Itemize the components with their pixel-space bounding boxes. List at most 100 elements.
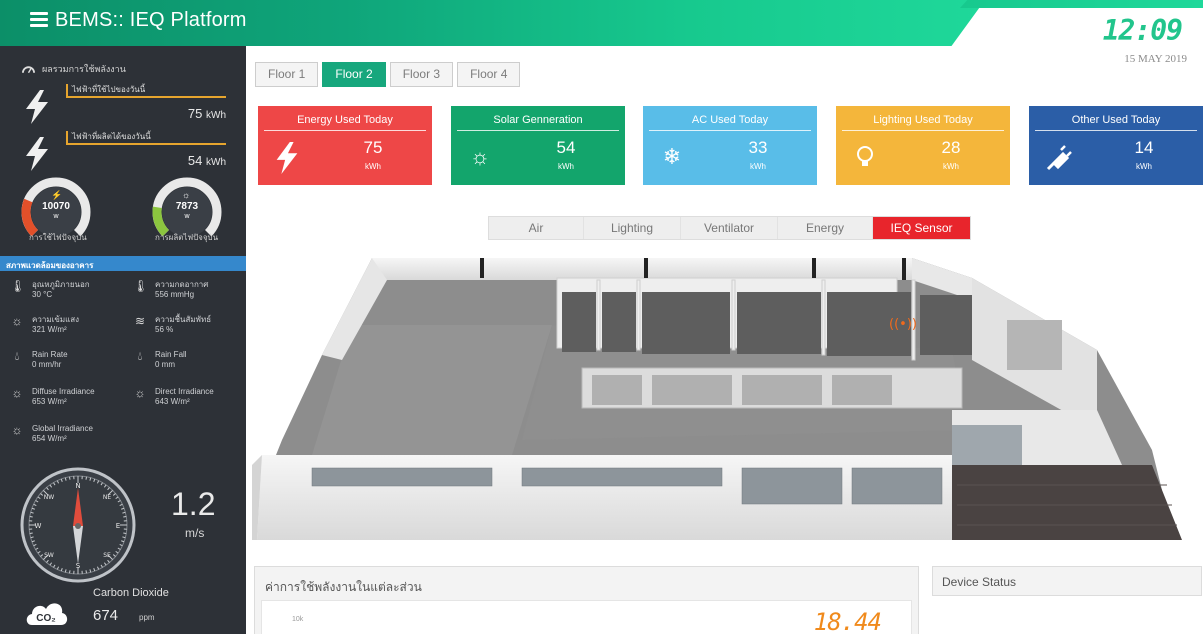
env-pressure: 🌡︎ ความกดอากาศ 556 mmHg (133, 279, 208, 299)
plug-icon: ⚡ (51, 190, 63, 200)
header-stripe (960, 0, 1203, 8)
energy-breakdown-value: 18.44 (813, 608, 882, 634)
tab-floor-4[interactable]: Floor 4 (457, 62, 521, 87)
lightbulb-icon (857, 146, 873, 166)
thermometer-icon: 🌡︎ (10, 279, 26, 293)
sun-icon: ☼ (469, 144, 491, 169)
tab-lighting[interactable]: Lighting (584, 217, 681, 239)
y-axis-tick: 10k (292, 616, 304, 623)
clock-time: 12:09 (1102, 14, 1183, 47)
energy-used-value: 75 kWh (187, 106, 226, 121)
env-humidity-label: ความชื้นสัมพัทธ์ (155, 315, 212, 324)
energy-used-card: Energy Used Today 75 kWh (258, 106, 432, 185)
card-unit: kWh (943, 162, 959, 171)
env-outdoor-temp-label: อุณหภูมิภายนอก (32, 280, 90, 289)
env-rain-fall-value: 0 mm (155, 360, 175, 369)
tab-floor-2[interactable]: Floor 2 (322, 62, 386, 87)
compass-tick (68, 476, 71, 480)
power-usage-value: 10070 (42, 201, 70, 212)
lighting-used-card: Lighting Used Today 28 kWh (836, 106, 1010, 185)
env-pressure-value: 556 mmHg (155, 290, 195, 299)
card-value: 33 (748, 138, 768, 157)
env-light-intensity: ☼ ความเข้มแสง 321 W/m² (10, 314, 80, 334)
env-global-irradiance: ☼ Global Irradiance 654 W/m² (10, 423, 93, 443)
card-value: 75 (363, 138, 383, 157)
device-status-title: Device Status (942, 575, 1017, 589)
compass-tick (123, 515, 127, 518)
energy-produced-label: ไฟฟ้าที่ผลิตได้ของวันนี้ (72, 132, 151, 141)
env-rain-fall: 💧︎ Rain Fall 0 mm (133, 349, 187, 369)
compass-ne-label: NE (103, 494, 111, 501)
env-global-irradiance-value: 654 W/m² (32, 434, 67, 443)
card-unit: kWh (558, 162, 574, 171)
compass-nw-label: NW (44, 494, 54, 501)
tab-ieq-sensor[interactable]: IEQ Sensor (873, 217, 970, 239)
env-outdoor-temp: 🌡︎ อุณหภูมิภายนอก 30 °C (10, 279, 90, 299)
compass-tick (123, 532, 127, 535)
tab-energy[interactable]: Energy (778, 217, 873, 239)
env-rain-rate-label: Rain Rate (32, 350, 68, 359)
env-global-irradiance-label: Global Irradiance (32, 424, 93, 433)
sun-icon: ☼ (11, 314, 23, 328)
card-title: Lighting Used Today (873, 114, 973, 126)
snowflake-icon: ❄ (662, 144, 682, 169)
compass-tick (29, 515, 33, 518)
env-light-intensity-label: ความเข้มแสง (32, 315, 80, 324)
clock-date: 15 MAY 2019 (1124, 53, 1187, 65)
energy-produced-value: 54 kWh (187, 153, 226, 168)
floor-plan-3d[interactable]: ((•)) (252, 250, 1198, 550)
compass-sw-label: SW (44, 552, 54, 559)
card-unit: kWh (750, 162, 766, 171)
sensor-tabs: Air Lighting Ventilator Energy IEQ Senso… (488, 216, 971, 240)
card-unit: kWh (365, 162, 381, 171)
lightning-icon (26, 137, 48, 171)
power-usage-label: การใช้ไฟปัจจุบัน (29, 233, 87, 242)
sun-icon: ☼ (134, 386, 146, 400)
environment-heading: สภาพแวดล้อมของอาคาร (0, 256, 246, 271)
lightning-icon (26, 90, 48, 124)
other-used-card: Other Used Today 14 kWh (1029, 106, 1203, 185)
energy-summary-title: ผลรวมการใช้พลังงาน (42, 64, 126, 74)
power-production-label: การผลิตไฟปัจจุบัน (155, 233, 219, 242)
compass-tick (29, 532, 33, 535)
energy-breakdown-title: ค่าการใช้พลังงานในแต่ละส่วน (265, 580, 422, 594)
card-value: 54 (556, 138, 576, 157)
plug-icon (1046, 145, 1072, 171)
tab-floor-1[interactable]: Floor 1 (255, 62, 319, 87)
app-title: BEMS:: IEQ Platform (55, 9, 247, 31)
wind-speed-unit: m/s (185, 526, 205, 540)
co2-label: Carbon Dioxide (93, 587, 169, 599)
energy-breakdown-panel: ค่าการใช้พลังงานในแต่ละส่วน 10k 18.44 (254, 566, 919, 634)
card-title: Solar Genneration (493, 114, 583, 126)
env-diffuse-irradiance-label: Diffuse Irradiance (32, 387, 95, 396)
hamburger-menu-icon[interactable] (30, 12, 48, 28)
tab-ventilator[interactable]: Ventilator (681, 217, 778, 239)
card-title: Energy Used Today (297, 114, 393, 126)
co2-cloud-icon: CO₂ (26, 603, 68, 625)
humidity-icon: ≋ (134, 314, 146, 328)
raindrop-icon: 💧︎ (137, 349, 143, 363)
wind-compass: N S E W NE NW SE SW (20, 467, 136, 583)
co2-icon-label: CO₂ (36, 613, 55, 624)
env-humidity-value: 56 % (155, 325, 174, 334)
env-direct-irradiance: ☼ Direct Irradiance 643 W/m² (133, 386, 214, 406)
card-title: AC Used Today (691, 114, 769, 126)
header: BEMS:: IEQ Platform 12:09 15 MAY 2019 (0, 0, 1203, 65)
env-pressure-label: ความกดอากาศ (155, 280, 209, 289)
tab-air[interactable]: Air (489, 217, 584, 239)
lightning-icon (276, 142, 298, 174)
tab-floor-3[interactable]: Floor 3 (389, 62, 454, 87)
compass-s-label: S (76, 562, 81, 570)
wind-speed-value: 1.2 (171, 486, 216, 522)
energy-summary-heading: ผลรวมการใช้พลังงาน (22, 62, 126, 76)
energy-produced-row: ไฟฟ้าที่ผลิตได้ของวันนี้ 54 kWh (22, 131, 232, 177)
env-direct-irradiance-label: Direct Irradiance (155, 387, 214, 396)
sun-icon: ☼ (182, 190, 191, 200)
ieq-sensor-marker-icon[interactable]: ((•)) (889, 317, 917, 332)
card-value: 14 (1134, 138, 1154, 157)
energy-used-row: ไฟฟ้าที่ใช้ไปของวันนี้ 75 kWh (22, 84, 232, 130)
compass-tick (85, 570, 88, 574)
env-light-intensity-value: 321 W/m² (32, 325, 67, 334)
sidebar: ผลรวมการใช้พลังงาน ไฟฟ้าที่ใช้ไปของวันนี… (0, 46, 246, 634)
co2-value: 674 (93, 607, 119, 624)
